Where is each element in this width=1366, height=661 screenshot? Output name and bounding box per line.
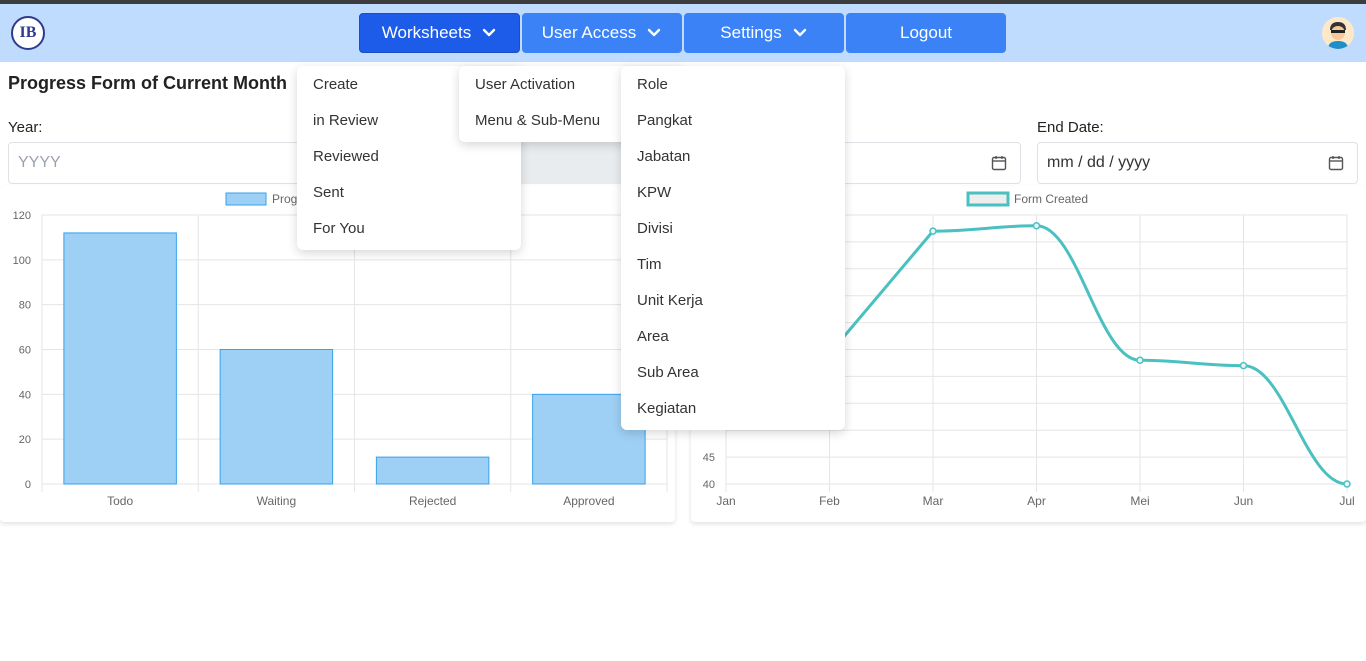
legend-label: Prog xyxy=(272,192,297,206)
menu-item-sub-area[interactable]: Sub Area xyxy=(621,355,845,391)
series-line-lead xyxy=(831,230,935,351)
logout-button[interactable]: Logout xyxy=(846,13,1006,53)
end-date-input[interactable]: mm / dd / yyyy xyxy=(1037,142,1358,184)
calendar-icon[interactable] xyxy=(991,155,1007,171)
menu-item-role[interactable]: Role xyxy=(621,67,845,103)
worksheets-label: Worksheets xyxy=(381,23,472,42)
x-tick-label: Feb xyxy=(819,494,840,508)
x-tick-label: Waiting xyxy=(257,494,297,508)
y-tick-label: 40 xyxy=(703,479,715,491)
menu-item-kpw[interactable]: KPW xyxy=(621,175,845,211)
legend-swatch xyxy=(966,191,1010,207)
year-placeholder: YYYY xyxy=(18,154,61,171)
menu-item-pangkat[interactable]: Pangkat xyxy=(621,103,845,139)
x-tick-label: Approved xyxy=(563,494,614,508)
end-date-label: End Date: xyxy=(1037,119,1104,136)
start-date-input[interactable] xyxy=(830,142,1021,184)
menu-item-unit-kerja[interactable]: Unit Kerja xyxy=(621,283,845,319)
legend-label: Form Created xyxy=(1014,192,1088,206)
y-tick-label: 120 xyxy=(13,210,31,222)
data-point xyxy=(1032,222,1041,230)
y-tick-label: 45 xyxy=(703,452,715,464)
x-tick-label: Mei xyxy=(1130,494,1149,508)
x-tick-label: Rejected xyxy=(409,494,456,508)
bar xyxy=(63,232,177,485)
x-tick-label: Apr xyxy=(1027,494,1046,508)
menu-item-jabatan[interactable]: Jabatan xyxy=(621,139,845,175)
brand-logo[interactable]: IB xyxy=(11,16,45,50)
logout-label: Logout xyxy=(900,23,952,42)
avatar-icon xyxy=(1322,17,1354,49)
settings-label: Settings xyxy=(720,23,782,42)
menu-item-area[interactable]: Area xyxy=(621,319,845,355)
calendar-icon[interactable] xyxy=(1328,155,1344,171)
navbar: IB Worksheets User Access Settings Logou… xyxy=(0,4,1366,62)
user-avatar[interactable] xyxy=(1322,17,1354,49)
y-tick-label: 20 xyxy=(19,434,31,446)
x-tick-label: Mar xyxy=(923,494,944,508)
user-access-menu-button[interactable]: User Access xyxy=(522,13,682,53)
settings-menu-button[interactable]: Settings xyxy=(684,13,844,53)
chevron-down-icon xyxy=(793,28,806,37)
data-point xyxy=(1239,361,1248,370)
chevron-down-icon xyxy=(648,28,661,37)
settings-dropdown: Role Pangkat Jabatan KPW Divisi Tim Unit… xyxy=(621,66,845,430)
year-input[interactable]: YYYY xyxy=(8,142,338,184)
y-tick-label: 40 xyxy=(19,389,31,401)
x-tick-label: Jul xyxy=(1339,494,1354,508)
filter-button-area[interactable] xyxy=(500,142,640,184)
worksheets-menu-button[interactable]: Worksheets xyxy=(359,13,520,53)
menu-item-kegiatan[interactable]: Kegiatan xyxy=(621,391,845,427)
data-point xyxy=(1343,480,1351,488)
y-tick-label: 100 xyxy=(13,255,31,267)
x-tick-label: Jun xyxy=(1234,494,1253,508)
x-tick-label: Jan xyxy=(716,494,735,508)
user-access-label: User Access xyxy=(541,23,637,42)
menu-item-sent[interactable]: Sent xyxy=(297,175,521,211)
bar xyxy=(219,349,334,485)
data-point xyxy=(1136,356,1144,365)
x-tick-label: Todo xyxy=(107,494,133,508)
y-tick-label: 80 xyxy=(19,300,31,312)
legend-swatch xyxy=(225,192,267,206)
menu-item-for-you[interactable]: For You xyxy=(297,211,521,247)
year-label: Year: xyxy=(8,119,43,136)
menu-item-reviewed[interactable]: Reviewed xyxy=(297,139,521,175)
data-point xyxy=(929,227,937,235)
y-tick-label: 0 xyxy=(25,479,31,491)
y-tick-label: 60 xyxy=(19,345,31,357)
bar xyxy=(375,456,490,485)
menu-item-tim[interactable]: Tim xyxy=(621,247,845,283)
end-date-value: mm / dd / yyyy xyxy=(1047,154,1151,171)
menu-item-divisi[interactable]: Divisi xyxy=(621,211,845,247)
chevron-down-icon xyxy=(483,28,496,37)
page-title: Progress Form of Current Month xyxy=(8,73,288,93)
